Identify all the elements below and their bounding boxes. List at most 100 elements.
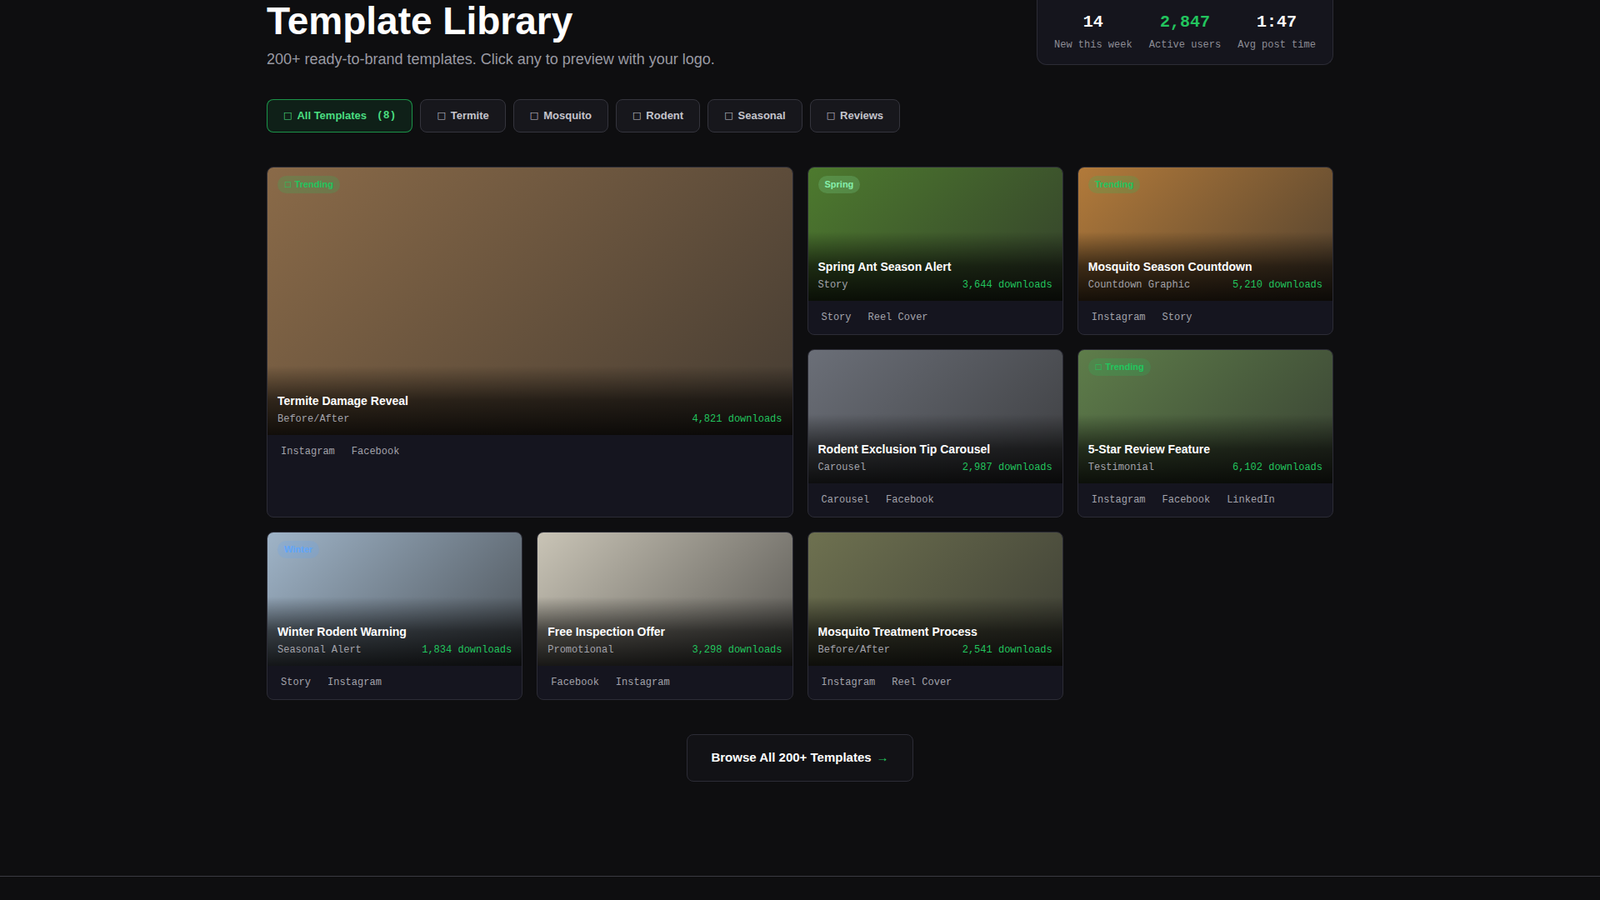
stat-value: 1:47	[1256, 11, 1297, 33]
filter-tab[interactable]: □Termite	[420, 99, 505, 133]
template-type: Countdown Graphic	[1088, 277, 1190, 293]
template-type: Before/After	[818, 642, 890, 658]
preview-caption: Free Inspection OfferPromotional3,298 do…	[537, 596, 792, 667]
platform-tag: Facebook	[545, 673, 605, 692]
browse-wrap: Browse All 200+ Templates→	[266, 734, 1334, 782]
platform-tags: Instagram FacebookLinkedIn	[1078, 483, 1333, 517]
stat: 2,847 Active users	[1149, 11, 1221, 53]
template-card[interactable]: SpringSpring Ant Season AlertStory3,644 …	[807, 166, 1064, 335]
template-type: Seasonal Alert	[277, 642, 362, 658]
filter-label: Rodent	[645, 107, 684, 125]
template-card[interactable]: □Trending 5-Star Review Feature Testimonia…	[1077, 349, 1334, 518]
template-preview[interactable]: Rodent Exclusion Tip CarouselCarousel2,9…	[808, 350, 1063, 484]
stat-label: New this week	[1054, 37, 1133, 53]
platform-tag: Facebook	[880, 490, 940, 510]
template-type: Story	[818, 277, 849, 293]
preview-caption: Mosquito Season Countdown Countdown Graph…	[1078, 231, 1333, 302]
template-preview[interactable]: □Trending Termite Damage RevealBefore/Aft…	[267, 167, 793, 435]
stat-value: 14	[1083, 11, 1104, 33]
download-count: 6,102 downloads	[1232, 460, 1323, 475]
badge: Trending	[1088, 175, 1140, 194]
template-preview[interactable]: Mosquito Treatment ProcessBefore/After2,…	[808, 532, 1063, 666]
stat-label: Active users	[1149, 37, 1221, 53]
template-title: 5-Star Review Feature	[1088, 442, 1323, 458]
category-icon: □	[436, 109, 445, 124]
template-card[interactable]: Free Inspection OfferPromotional3,298 do…	[536, 531, 793, 700]
stat: 14 New this week	[1054, 11, 1133, 53]
filter-tab[interactable]: □ Rodent	[615, 99, 700, 133]
badge-text: Trending	[295, 177, 334, 192]
template-card[interactable]: Winter Winter Rodent WarningSeasonal Aler…	[266, 531, 523, 700]
platform-tag: Facebook	[346, 442, 405, 461]
template-card[interactable]: □Trending Termite Damage RevealBefore/Aft…	[266, 166, 794, 518]
filter-label: All Templates	[296, 107, 367, 125]
badge-text: Spring	[825, 177, 855, 192]
platform-tags: CarouselFacebook	[808, 483, 1063, 517]
platform-tag: Story	[1157, 308, 1198, 327]
filter-label: Mosquito	[543, 107, 592, 125]
template-type: Promotional	[547, 642, 614, 658]
badge-text: Winter	[284, 542, 313, 557]
template-title: Termite Damage Reveal	[277, 394, 783, 410]
template-preview[interactable]: Winter Winter Rodent WarningSeasonal Aler…	[267, 532, 522, 666]
download-count: 5,210 downloads	[1232, 277, 1323, 293]
platform-tags: StoryReel Cover	[808, 300, 1063, 335]
download-count: 3,644 downloads	[962, 277, 1053, 293]
badge-text: Trending	[1095, 177, 1134, 192]
filter-tab[interactable]: □Mosquito	[513, 99, 609, 133]
template-card[interactable]: Mosquito Treatment ProcessBefore/After2,…	[807, 531, 1064, 700]
download-count: 2,541 downloads	[962, 642, 1053, 658]
platform-tag: Instagram	[1086, 490, 1151, 510]
template-preview[interactable]: Free Inspection OfferPromotional3,298 do…	[537, 532, 792, 666]
template-card[interactable]: Trending Mosquito Season Countdown Countdo…	[1077, 166, 1334, 335]
template-preview[interactable]: □Trending 5-Star Review Feature Testimonia…	[1078, 350, 1333, 484]
platform-tags: StoryInstagram	[267, 665, 522, 700]
platform-tag: Reel Cover	[863, 308, 934, 327]
template-type: Testimonial	[1088, 460, 1155, 475]
template-meta: Seasonal Alert 1,834 downloads	[277, 642, 512, 658]
platform-tags: InstagramReel Cover	[808, 665, 1063, 700]
platform-tag: Instagram	[275, 442, 340, 461]
filter-tab[interactable]: □Seasonal	[707, 99, 803, 133]
download-count: 3,298 downloads	[691, 642, 782, 658]
download-count: 1,834 downloads	[421, 642, 512, 658]
badge: □Trending	[277, 175, 340, 194]
filter-tab[interactable]: □Reviews	[810, 99, 900, 133]
template-meta: Before/After4,821 downloads	[277, 411, 783, 427]
template-title: Mosquito Season Countdown	[1088, 260, 1323, 275]
template-type: Carousel	[818, 460, 867, 475]
browse-button[interactable]: Browse All 200+ Templates→	[686, 734, 913, 782]
preview-caption: Rodent Exclusion Tip CarouselCarousel2,9…	[808, 414, 1063, 485]
platform-tag: Facebook	[1157, 490, 1216, 510]
template-meta: Carousel2,987 downloads	[818, 460, 1053, 475]
preview-caption: Winter Rodent WarningSeasonal Alert1,834…	[267, 596, 522, 667]
template-preview[interactable]: Trending Mosquito Season Countdown Countdo…	[1078, 167, 1333, 301]
platform-tag: LinkedIn	[1221, 490, 1280, 510]
filter-tab[interactable]: □All Templates(8)	[266, 99, 413, 133]
template-preview[interactable]: SpringSpring Ant Season AlertStory3,644 …	[808, 167, 1063, 301]
badge-icon: □	[1095, 361, 1103, 374]
template-meta: Before/After 2,541 downloads	[818, 642, 1053, 658]
badge-icon: □	[284, 179, 292, 191]
badge-text: Trending	[1105, 360, 1144, 375]
stat: 1:47Avg post time	[1237, 11, 1316, 53]
badge: □Trending	[1088, 358, 1151, 376]
platform-tag: Instagram	[816, 673, 881, 692]
platform-tags: InstagramStory	[1078, 300, 1333, 335]
category-icon: □	[632, 109, 641, 124]
platform-tag: Instagram	[610, 673, 675, 692]
template-meta: Testimonial 6,102 downloads	[1088, 460, 1323, 475]
badge: Spring	[818, 175, 861, 194]
preview-caption: Termite Damage RevealBefore/After4,821 d…	[267, 365, 793, 436]
category-icon: □	[724, 109, 733, 124]
preview-caption: 5-Star Review Feature Testimonial 6,102 do…	[1078, 414, 1333, 485]
page-title: Template Library	[266, 1, 715, 40]
platform-tag: Carousel	[816, 490, 875, 510]
browse-label: Browse All 200+ Templates	[710, 748, 871, 768]
filter-tabs: □All Templates(8)□Termite□Mosquito□Roden…	[266, 99, 1334, 133]
template-meta: Countdown Graphic 5,210 downloads	[1088, 277, 1323, 293]
stat-value: 2,847	[1160, 11, 1210, 33]
template-card[interactable]: Rodent Exclusion Tip CarouselCarousel2,9…	[807, 349, 1064, 518]
template-type: Before/After	[277, 411, 350, 427]
template-meta: Promotional 3,298 downloads	[547, 642, 782, 658]
